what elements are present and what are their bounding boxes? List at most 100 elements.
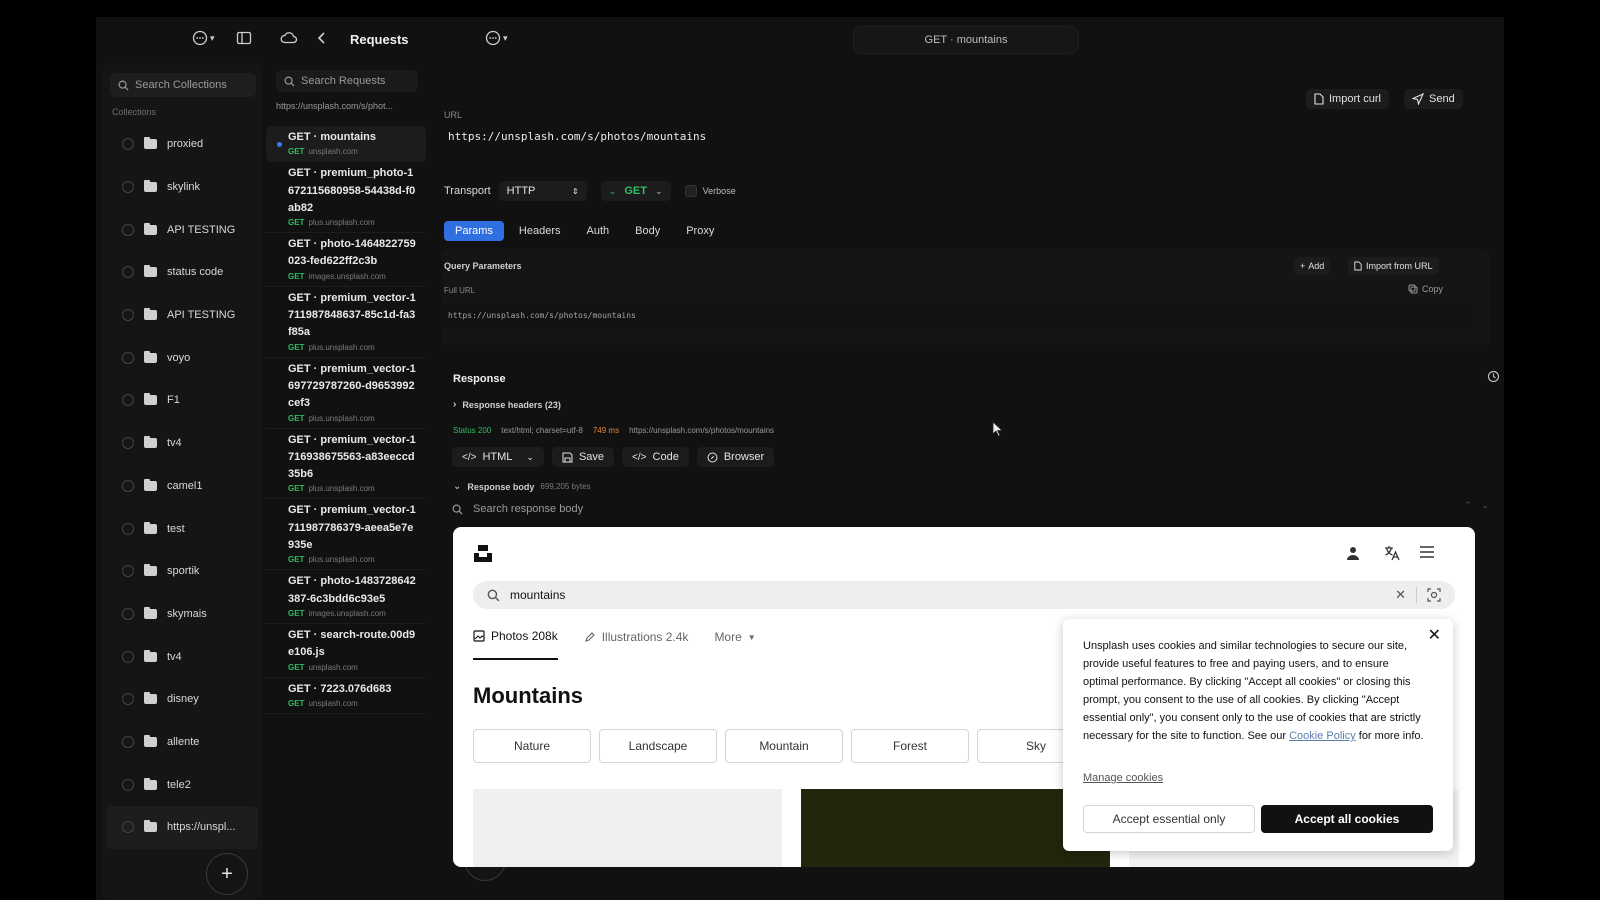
add-collection-button[interactable]: +	[206, 853, 248, 895]
cloud-button[interactable]	[280, 30, 298, 46]
visual-search-icon[interactable]	[1427, 588, 1441, 602]
tab-params[interactable]: Params	[444, 221, 504, 241]
menu-icon[interactable]	[1419, 545, 1435, 559]
sidebar-item[interactable]: status code	[102, 251, 262, 294]
chevron-up-icon[interactable]: ⌃	[1464, 500, 1472, 511]
search-requests-input[interactable]: Search Requests	[276, 70, 418, 92]
sidebar-item[interactable]: tv4	[102, 635, 262, 678]
toggle-sidebar-button[interactable]	[236, 30, 252, 46]
html-button[interactable]: </> HTML ⌄	[452, 447, 544, 467]
request-item[interactable]: GET · premium_vector-1711987848637-85c1d…	[266, 287, 426, 358]
radio-icon[interactable]	[122, 778, 134, 791]
tab-photos[interactable]: Photos 208k	[473, 629, 558, 660]
request-item[interactable]: GET · photo-1464822759023-fed622ff2c3b GE…	[266, 233, 426, 287]
user-icon[interactable]	[1345, 545, 1361, 561]
sidebar-item[interactable]: sportik	[102, 550, 262, 593]
manage-cookies-link[interactable]: Manage cookies	[1083, 769, 1163, 787]
tab-auth[interactable]: Auth	[575, 221, 620, 241]
sidebar-item[interactable]: tv4	[102, 422, 262, 465]
radio-icon[interactable]	[122, 394, 134, 407]
back-button[interactable]	[316, 30, 328, 46]
sidebar-item[interactable]: test	[102, 507, 262, 550]
sidebar-item[interactable]: allente	[102, 721, 262, 764]
close-icon[interactable]: ✕	[1428, 627, 1441, 645]
radio-icon[interactable]	[122, 223, 134, 236]
sidebar-item[interactable]: API TESTING	[102, 208, 262, 251]
transport-select[interactable]: HTTP ⇕	[498, 181, 587, 201]
import-from-url-button[interactable]: Import from URL	[1348, 257, 1439, 275]
request-item[interactable]: GET · premium_vector-1711987786379-aeea5…	[266, 499, 426, 571]
active-request-tab[interactable]: GET · mountains	[853, 26, 1079, 54]
chip-nature[interactable]: Nature	[473, 729, 591, 763]
verbose-toggle[interactable]: Verbose	[684, 185, 736, 197]
chevron-down-icon[interactable]: ⌄	[1482, 500, 1490, 511]
browser-button[interactable]: Browser	[696, 447, 775, 467]
radio-icon[interactable]	[122, 735, 134, 748]
radio-icon[interactable]	[122, 821, 134, 834]
radio-icon[interactable]	[122, 266, 134, 279]
radio-icon[interactable]	[122, 181, 134, 194]
radio-icon[interactable]	[122, 565, 134, 578]
unsplash-logo-icon[interactable]	[473, 543, 493, 563]
history-button[interactable]	[1487, 370, 1500, 388]
chip-mountain[interactable]: Mountain	[725, 729, 843, 763]
radio-icon[interactable]	[122, 522, 134, 535]
sidebar-item[interactable]: voyo	[102, 336, 262, 379]
radio-icon[interactable]	[122, 138, 134, 151]
workspace-menu-button[interactable]: ▾	[192, 30, 215, 46]
search-collections-input[interactable]: Search Collections	[110, 73, 256, 97]
response-body-toggle[interactable]: ⌄ Response body 699,205 bytes	[453, 481, 591, 492]
verbose-checkbox[interactable]	[684, 185, 697, 197]
request-item[interactable]: GET · search-route.00d9e106.js GET unsplas…	[266, 624, 426, 678]
send-button[interactable]: Send	[1404, 89, 1463, 109]
environment-menu-button[interactable]: ▾	[485, 30, 508, 46]
request-item[interactable]: GET · premium_vector-1697729787260-d9653…	[266, 358, 426, 429]
sidebar-item[interactable]: disney	[102, 678, 262, 721]
response-headers-toggle[interactable]: › Response headers (23)	[453, 399, 561, 410]
chip-forest[interactable]: Forest	[851, 729, 969, 763]
sidebar-item[interactable]: API TESTING	[102, 294, 262, 337]
copy-button[interactable]: Copy	[1408, 284, 1443, 294]
clear-icon[interactable]: ✕	[1395, 587, 1406, 603]
radio-icon[interactable]	[122, 479, 134, 492]
code-button[interactable]: </> Code	[622, 447, 689, 467]
request-item[interactable]: GET · 7223.076d683 GET unsplash.com	[266, 678, 426, 714]
tab-body[interactable]: Body	[624, 221, 671, 241]
radio-icon[interactable]	[122, 351, 134, 364]
radio-icon[interactable]	[122, 650, 134, 663]
response-body-label: Response body	[467, 481, 535, 492]
tab-proxy[interactable]: Proxy	[675, 221, 725, 241]
request-item[interactable]: GET · premium_vector-1716938675563-a83ee…	[266, 429, 426, 500]
radio-icon[interactable]	[122, 309, 134, 322]
photo-thumbnail[interactable]	[473, 789, 782, 867]
radio-icon[interactable]	[122, 607, 134, 620]
tab-headers[interactable]: Headers	[508, 221, 572, 241]
chip-landscape[interactable]: Landscape	[599, 729, 717, 763]
tab-more[interactable]: More ▼	[714, 629, 755, 660]
accept-essential-button[interactable]: Accept essential only	[1083, 805, 1255, 833]
sidebar-item[interactable]: tele2	[102, 763, 262, 806]
sidebar-item[interactable]: proxied	[102, 123, 262, 166]
url-input[interactable]: https://unsplash.com/s/photos/mountains	[448, 130, 706, 143]
add-param-button[interactable]: + Add	[1294, 257, 1331, 275]
tab-illustrations[interactable]: Illustrations 2.4k	[584, 629, 688, 660]
cookie-policy-link[interactable]: Cookie Policy	[1289, 730, 1356, 742]
request-item[interactable]: GET · premium_photo-1672115680958-54438d…	[266, 162, 426, 234]
method-select[interactable]: ⌄ GET ⌄	[600, 181, 671, 201]
unsplash-search-bar[interactable]: mountains ✕	[473, 581, 1455, 609]
save-button[interactable]: Save	[551, 447, 615, 467]
radio-icon[interactable]	[122, 693, 134, 706]
translate-icon[interactable]	[1383, 544, 1401, 562]
request-item[interactable]: GET · photo-1483728642387-6c3bdd6c93e5 GE…	[266, 570, 426, 624]
sidebar-item[interactable]: skylink	[102, 166, 262, 209]
sidebar-item[interactable]: camel1	[102, 465, 262, 508]
accept-all-button[interactable]: Accept all cookies	[1261, 805, 1433, 833]
search-response-body-input[interactable]: Search response body	[452, 503, 583, 515]
sidebar-item[interactable]: skymais	[102, 593, 262, 636]
import-curl-button[interactable]: Import curl	[1306, 89, 1389, 109]
radio-icon[interactable]	[122, 437, 134, 450]
sidebar-item[interactable]: F1	[102, 379, 262, 422]
request-item[interactable]: GET · mountains GET unsplash.com	[266, 126, 426, 163]
sidebar-item[interactable]: https://unspl...	[106, 806, 258, 849]
request-host: plus.unsplash.com	[308, 484, 375, 494]
